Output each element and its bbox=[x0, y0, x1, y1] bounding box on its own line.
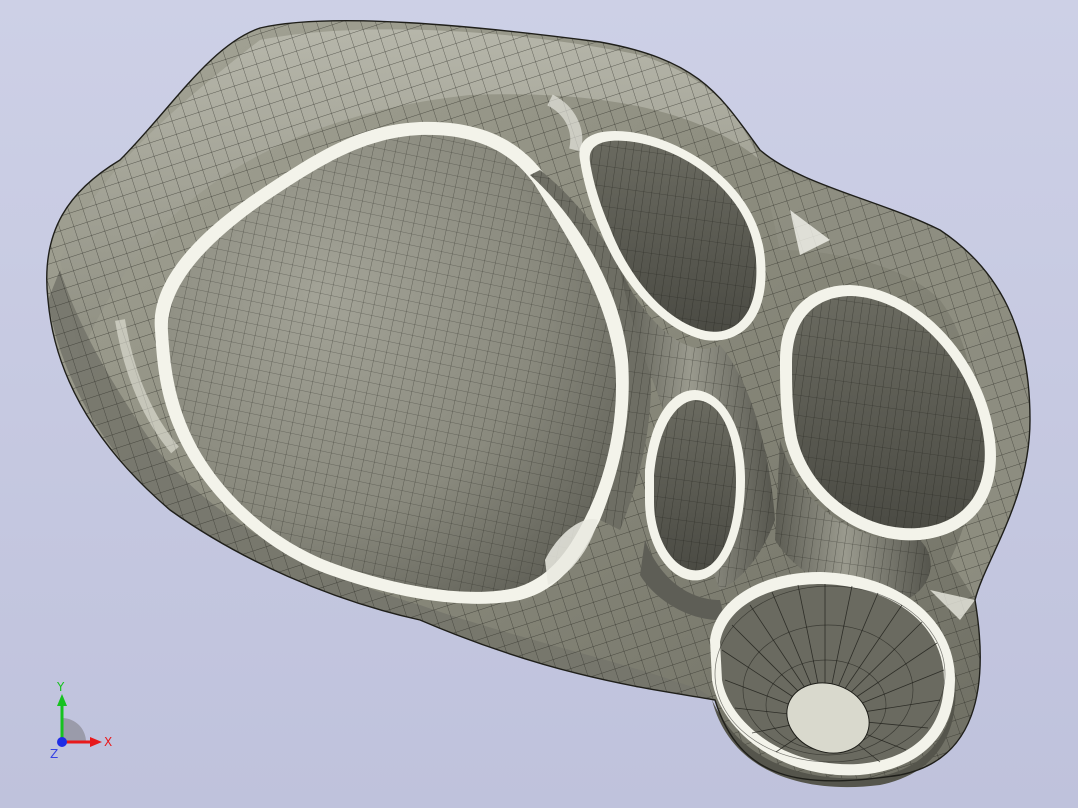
triad-plane bbox=[62, 718, 86, 742]
z-axis-label: Z bbox=[50, 747, 58, 760]
y-axis-arrow bbox=[57, 694, 67, 706]
3d-viewport[interactable]: Y X Z bbox=[0, 0, 1078, 808]
axis-triad: Y X Z bbox=[50, 680, 112, 760]
meshed-part-model[interactable] bbox=[0, 0, 1078, 808]
x-axis-arrow bbox=[90, 737, 102, 747]
x-axis-label: X bbox=[104, 735, 112, 749]
z-axis-marker bbox=[57, 737, 67, 747]
y-axis-label: Y bbox=[56, 680, 65, 694]
